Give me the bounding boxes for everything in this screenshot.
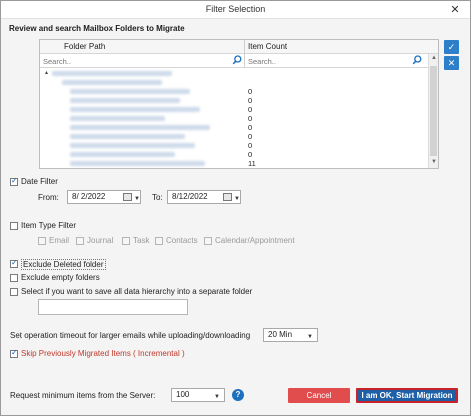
- timeout-select[interactable]: 20 Min ▼: [263, 328, 318, 342]
- tree-header: Folder Path Item Count: [40, 40, 438, 54]
- item-count-cell: 0: [248, 96, 253, 105]
- request-min-value: 100: [176, 390, 190, 399]
- task-checkbox[interactable]: [122, 237, 130, 245]
- tree-row[interactable]: 0: [40, 96, 428, 105]
- chevron-down-icon[interactable]: ▼: [234, 193, 240, 205]
- from-date-value: 8/ 2/2022: [72, 192, 106, 201]
- date-filter-label: Date Filter: [21, 177, 58, 186]
- contacts-label: Contacts: [166, 236, 198, 245]
- dialog-title: Filter Selection: [205, 4, 266, 14]
- calendar-icon[interactable]: [123, 193, 132, 201]
- calendar-appointment-label: Calendar/Appointment: [215, 236, 295, 245]
- skip-migrated-label: Skip Previously Migrated Items ( Increme…: [21, 349, 185, 358]
- request-min-label: Request minimum items from the Server:: [10, 391, 156, 400]
- chevron-down-icon[interactable]: ▼: [214, 391, 220, 403]
- chevron-down-icon[interactable]: ▼: [307, 331, 313, 343]
- blurred-folder-name: [52, 71, 172, 76]
- email-checkbox[interactable]: [38, 237, 46, 245]
- blurred-folder-name: [70, 152, 175, 157]
- close-icon[interactable]: ✕: [448, 3, 462, 17]
- contacts-checkbox[interactable]: [155, 237, 163, 245]
- cancel-button[interactable]: Cancel: [288, 388, 350, 403]
- item-type-filter-checkbox[interactable]: [10, 222, 18, 230]
- exclude-deleted-checkbox[interactable]: [10, 258, 18, 268]
- tree-row[interactable]: 0: [40, 123, 428, 132]
- search-icon[interactable]: [412, 55, 422, 65]
- scroll-down-arrow-icon[interactable]: ▼: [430, 159, 438, 167]
- filter-selection-dialog: Filter Selection ✕ Review and search Mai…: [0, 0, 471, 416]
- clear-selection-button[interactable]: ✕: [444, 56, 459, 70]
- hierarchy-folder-input[interactable]: [38, 299, 188, 315]
- search-icon[interactable]: [232, 55, 242, 65]
- item-count-cell: 11: [248, 159, 256, 168]
- blurred-folder-name: [62, 80, 162, 85]
- skip-migrated-checkbox[interactable]: [10, 348, 18, 358]
- tree-search-row: [40, 54, 438, 68]
- title-bar: Filter Selection ✕: [1, 1, 470, 19]
- blurred-folder-name: [70, 161, 205, 166]
- item-count-cell: 0: [248, 114, 253, 123]
- calendar-appointment-checkbox[interactable]: [204, 237, 212, 245]
- tree-row[interactable]: 0: [40, 114, 428, 123]
- date-filter-checkbox[interactable]: [10, 176, 18, 186]
- blurred-folder-name: [70, 143, 195, 148]
- collapse-arrow-icon[interactable]: ▴: [45, 69, 48, 76]
- column-header-folder-path[interactable]: Folder Path: [64, 42, 105, 51]
- timeout-label: Set operation timeout for larger emails …: [10, 331, 251, 340]
- tree-row[interactable]: 0: [40, 132, 428, 141]
- item-count-cell: 0: [248, 132, 253, 141]
- blurred-folder-name: [70, 89, 190, 94]
- save-hierarchy-checkbox[interactable]: [10, 288, 18, 296]
- blurred-folder-name: [70, 98, 180, 103]
- exclude-deleted-label: Exclude Deleted folder: [21, 259, 106, 270]
- item-count-cell: 0: [248, 105, 253, 114]
- to-label: To:: [152, 193, 163, 202]
- chevron-down-icon[interactable]: ▼: [134, 193, 140, 205]
- tree-row[interactable]: 0: [40, 150, 428, 159]
- blurred-folder-name: [70, 116, 165, 121]
- tree-row[interactable]: 0: [40, 141, 428, 150]
- journal-checkbox[interactable]: [76, 237, 84, 245]
- item-count-cell: 0: [248, 141, 253, 150]
- from-label: From:: [38, 193, 59, 202]
- journal-label: Journal: [87, 236, 114, 245]
- item-count-search-input[interactable]: [246, 55, 406, 67]
- tree-row[interactable]: 0: [40, 105, 428, 114]
- to-date-value: 8/12/2022: [172, 192, 208, 201]
- item-type-filter-label: Item Type Filter: [21, 221, 76, 230]
- select-all-button[interactable]: ✓: [444, 40, 459, 54]
- item-count-cell: 0: [248, 87, 253, 96]
- email-label: Email: [49, 236, 70, 245]
- save-hierarchy-label: Select if you want to save all data hier…: [21, 287, 253, 296]
- folder-path-search-input[interactable]: [41, 55, 229, 67]
- section-heading: Review and search Mailbox Folders to Mig…: [9, 24, 185, 33]
- exclude-empty-checkbox[interactable]: [10, 274, 18, 282]
- to-date-picker[interactable]: 8/12/2022 ▼: [167, 190, 241, 204]
- task-label: Task: [133, 236, 150, 245]
- scroll-up-arrow-icon[interactable]: ▲: [430, 55, 438, 63]
- item-count-cell: 0: [248, 150, 253, 159]
- item-count-cell: 0: [248, 123, 253, 132]
- timeout-value: 20 Min: [268, 330, 293, 339]
- exclude-empty-label: Exclude empty folders: [21, 273, 100, 282]
- start-migration-button[interactable]: I am OK, Start Migration: [356, 388, 458, 403]
- tree-rows: ▴ 0 0 0 0 0 0 0 0 11: [40, 69, 428, 168]
- blurred-folder-name: [70, 107, 200, 112]
- column-header-item-count[interactable]: Item Count: [248, 42, 287, 51]
- tree-row[interactable]: 0: [40, 87, 428, 96]
- help-icon[interactable]: ?: [232, 389, 244, 401]
- tree-row-root[interactable]: ▴: [40, 69, 428, 78]
- tree-row[interactable]: [40, 78, 428, 87]
- blurred-folder-name: [70, 134, 185, 139]
- scrollbar-thumb[interactable]: [430, 66, 437, 156]
- tree-scrollbar[interactable]: ▲ ▼: [428, 54, 438, 168]
- folder-tree[interactable]: Folder Path Item Count ▴ 0 0: [39, 39, 439, 169]
- request-min-select[interactable]: 100 ▼: [171, 388, 225, 402]
- calendar-icon[interactable]: [223, 193, 232, 201]
- blurred-folder-name: [70, 125, 210, 130]
- from-date-picker[interactable]: 8/ 2/2022 ▼: [67, 190, 141, 204]
- tree-row[interactable]: 11: [40, 159, 428, 168]
